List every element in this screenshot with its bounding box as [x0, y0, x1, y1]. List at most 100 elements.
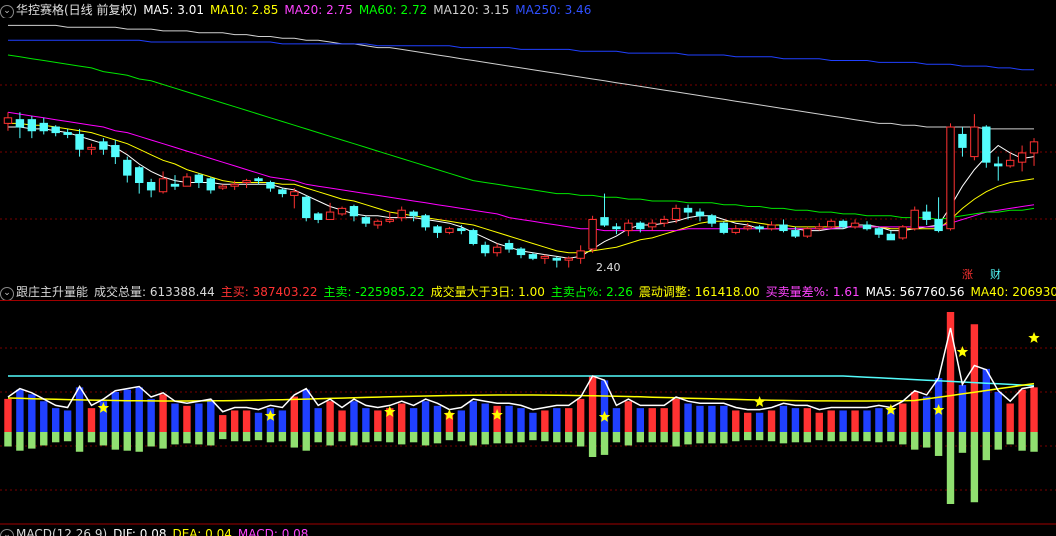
sell-volume-bar [767, 432, 776, 442]
buy-volume-bar [672, 398, 680, 432]
sell-volume-bar [219, 432, 227, 440]
buy-volume-bar [982, 368, 991, 432]
volume-indicator-chart[interactable] [0, 300, 1056, 526]
buy-volume-bar [553, 408, 561, 432]
candle-body [671, 207, 681, 220]
sell-volume-bar [755, 432, 764, 441]
sell-volume-bar [815, 432, 823, 441]
low-price-label: 2.40 [596, 261, 621, 274]
buy-volume-bar [863, 410, 871, 432]
sell-volume-bar [207, 432, 215, 446]
sell-volume-bar [314, 432, 322, 443]
candle-body [922, 211, 931, 220]
zhang-tag[interactable]: 涨 [962, 268, 973, 282]
ind_legend-legend-item[interactable]: 跟庄主升量能 [16, 285, 88, 299]
candle-body [87, 146, 96, 150]
candlestick-chart[interactable] [0, 18, 1056, 288]
main-dropdown-icon[interactable]: ⌄ [0, 5, 14, 18]
candle-body [135, 167, 144, 183]
candle-body [313, 213, 323, 220]
buy-volume-bar [135, 387, 143, 432]
candle-body [385, 218, 394, 222]
buy-volume-bar [4, 398, 12, 432]
buy-volume-bar [409, 408, 418, 432]
sell-volume-bar [159, 432, 167, 449]
buy-volume-bar [183, 405, 191, 432]
candle-body [958, 133, 967, 148]
macd_legend-legend-item: DIF: 0.08 [113, 527, 167, 536]
sell-volume-bar [994, 432, 1002, 450]
sell-volume-bar [1018, 432, 1026, 451]
sell-volume-bar [517, 432, 525, 443]
macd_legend-legend-item[interactable]: MACD(12,26,9) [16, 527, 107, 536]
buy-volume-bar [278, 410, 287, 432]
sell-volume-bar [732, 432, 740, 442]
ma135-line [8, 375, 1035, 387]
candle-body [27, 119, 37, 132]
buy-volume-bar [827, 410, 835, 432]
buy-volume-bar [230, 410, 239, 432]
candle-body [636, 222, 645, 230]
buy-volume-bar [1006, 403, 1014, 432]
cai-tag[interactable]: 财 [990, 268, 1001, 282]
sell-volume-bar [254, 432, 263, 441]
indicator-dropdown-icon[interactable]: ⌄ [0, 287, 14, 300]
sell-volume-bar [863, 432, 871, 442]
candle-body [63, 132, 72, 135]
sell-volume-bar [63, 432, 72, 442]
sell-volume-bar [171, 432, 179, 445]
signal-star [1028, 332, 1040, 343]
buy-volume-bar [839, 410, 847, 432]
sell-volume-bar [565, 432, 573, 443]
sell-volume-bar [99, 432, 108, 446]
buy-volume-bar [481, 403, 489, 432]
candle-body [290, 191, 299, 196]
macd-dropdown-icon[interactable]: ⌄ [0, 529, 14, 536]
sell-volume-bar [791, 432, 800, 443]
buy-volume-bar [63, 410, 72, 432]
buy-volume-bar [815, 412, 823, 432]
candle-body [15, 119, 25, 128]
buy-volume-bar [374, 410, 382, 432]
main_legend-legend-item[interactable]: 华控赛格(日线 前复权) [16, 3, 137, 17]
ma5-line [8, 126, 1035, 259]
sell-volume-bar [87, 432, 96, 443]
candle-body [695, 211, 705, 217]
sell-volume-bar [946, 432, 955, 504]
buy-volume-bar [708, 405, 716, 432]
sell-volume-bar [911, 432, 919, 450]
buy-volume-bar [302, 389, 310, 432]
buy-volume-bar [767, 410, 776, 432]
sell-volume-bar [40, 432, 48, 446]
buy-volume-bar [720, 405, 728, 432]
buy-volume-bar [612, 408, 621, 432]
buy-volume-bar [779, 405, 788, 432]
sell-volume-bar [123, 432, 131, 451]
candle-body [850, 222, 860, 228]
sell-volume-bar [982, 432, 991, 461]
candle-body [731, 228, 740, 233]
candle-body [39, 122, 48, 132]
sell-volume-bar [684, 432, 692, 445]
buy-volume-bar [1018, 389, 1026, 432]
sell-volume-bar [970, 432, 979, 503]
sell-volume-bar [899, 432, 907, 445]
stock-chart-window: ⌄ 华控赛格(日线 前复权) MA5: 3.01 MA10: 2.85 MA20: 2.… [0, 0, 1056, 536]
ind_legend-legend-item: 震动调整: 161418.00 [638, 285, 760, 299]
sell-volume-bar [242, 432, 251, 442]
sell-volume-bar [660, 432, 668, 443]
ma120-line [8, 24, 1034, 130]
buy-volume-bar [755, 412, 764, 432]
buy-volume-bar [803, 408, 812, 432]
buy-volume-bar [875, 408, 883, 432]
candle-body [719, 222, 729, 233]
candle-body [815, 226, 824, 230]
candle-body [755, 226, 764, 230]
sell-volume-bar [481, 432, 489, 445]
buy-volume-bar [994, 391, 1002, 432]
candle-body [1029, 141, 1039, 154]
sell-volume-bar [4, 432, 12, 447]
buy-volume-bar [51, 408, 60, 432]
candle-body [433, 226, 442, 233]
sell-volume-bar [958, 432, 967, 453]
